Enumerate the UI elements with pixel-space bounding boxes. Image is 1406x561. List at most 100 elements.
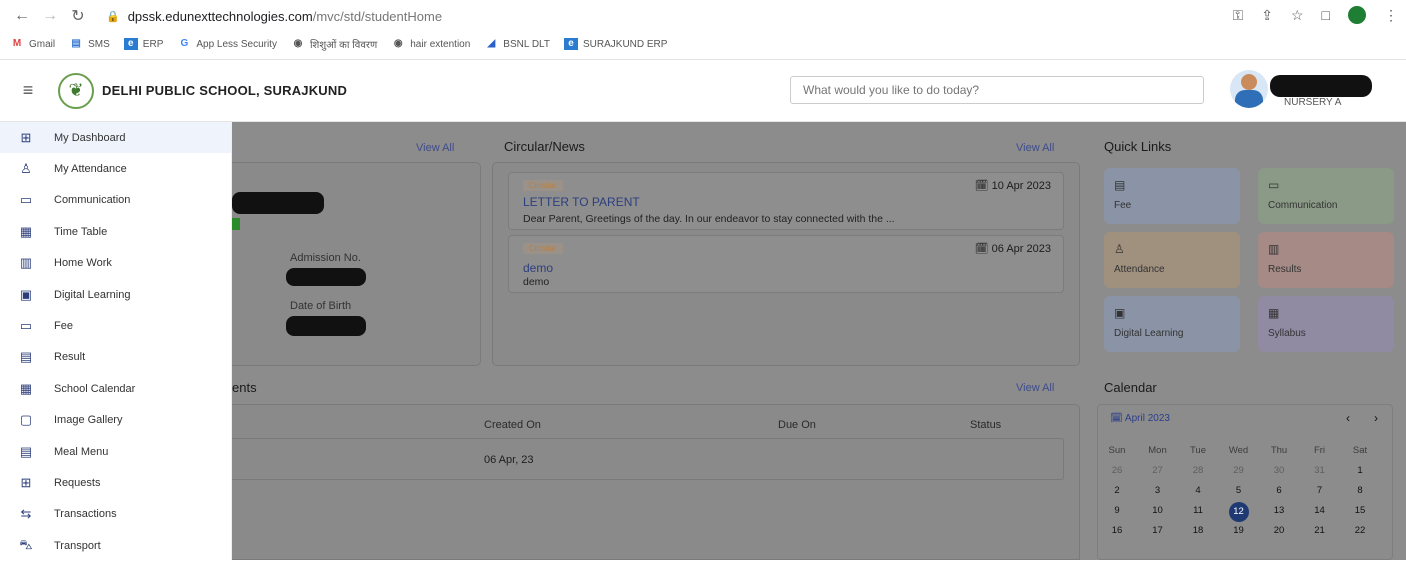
calendar-day[interactable]: 31 — [1305, 462, 1335, 480]
calendar-next-icon[interactable]: › — [1374, 411, 1378, 425]
sidebar-item-meal-menu[interactable]: ▤ Meal Menu — [0, 436, 231, 467]
sidebar-item-result[interactable]: ▤ Result — [0, 342, 231, 373]
bookmark-sms[interactable]: ▤ SMS — [69, 38, 109, 50]
bsnl-icon: ◢ — [487, 38, 496, 49]
quick-link-fee[interactable]: ▤ Fee — [1104, 168, 1240, 224]
calendar-day[interactable]: 18 — [1183, 522, 1213, 540]
transport-icon: ⛍ — [19, 536, 33, 552]
back-icon[interactable]: ← — [8, 7, 36, 25]
digital-learning-icon: ▣ — [19, 286, 33, 302]
calendar-day[interactable]: 29 — [1224, 462, 1254, 480]
circular-item[interactable]: Circular 🗓 10 Apr 2023 LETTER TO PARENT … — [508, 172, 1064, 230]
circular-view-all-link[interactable]: View All — [1016, 142, 1054, 154]
bookmark-gmail[interactable]: M Gmail — [10, 38, 55, 50]
menu-dots-icon[interactable]: ⋮ — [1384, 7, 1398, 24]
calendar-day[interactable]: 26 — [1102, 462, 1132, 480]
quick-link-syllabus[interactable]: ▦ Syllabus — [1258, 296, 1394, 352]
calendar-day[interactable]: 4 — [1183, 482, 1213, 500]
fee-icon: ▭ — [19, 318, 33, 334]
sidebar-item-school-calendar[interactable]: ▦ School Calendar — [0, 373, 231, 404]
communication-icon: ▭ — [1268, 178, 1280, 192]
quick-link-attendance[interactable]: ♙ Attendance — [1104, 232, 1240, 288]
sidebar-item-fee[interactable]: ▭ Fee — [0, 310, 231, 341]
dashboard-icon: ⊞ — [20, 129, 32, 145]
dob-redacted — [286, 316, 366, 336]
address-bar[interactable]: 🔒 dpssk.edunexttechnologies.com /mvc/std… — [106, 9, 442, 24]
assignments-view-all-link[interactable]: View All — [1016, 382, 1054, 394]
bookmark-hair-extention[interactable]: ◉ hair extention — [391, 38, 470, 50]
gallery-icon: ▢ — [19, 412, 33, 428]
quick-links-title: Quick Links — [1104, 139, 1172, 154]
calendar-day[interactable]: 9 — [1102, 502, 1132, 520]
search-input[interactable] — [790, 76, 1204, 104]
app-header: ≡ ❦ DELHI PUBLIC SCHOOL, SURAJKUND NURSE… — [0, 60, 1406, 122]
calendar-day[interactable]: 10 — [1143, 502, 1173, 520]
circular-date: 🗓 06 Apr 2023 — [974, 243, 1051, 255]
assignments-card — [232, 404, 1080, 560]
fee-icon: ▤ — [1114, 178, 1126, 192]
calendar-day[interactable]: 8 — [1345, 482, 1375, 500]
calendar-day[interactable]: 15 — [1345, 502, 1375, 520]
calendar-day[interactable]: 17 — [1143, 522, 1173, 540]
result-icon: ▤ — [19, 349, 33, 365]
profile-icon[interactable] — [1348, 6, 1366, 24]
user-profile[interactable]: NURSERY A — [1230, 70, 1372, 108]
bookmark-hindi[interactable]: ◉ शिशुओं का विवरण — [291, 37, 378, 51]
key-icon[interactable]: ⚿ — [1233, 7, 1244, 24]
share-icon[interactable]: ⇪ — [1261, 7, 1273, 24]
profile-view-all-link[interactable]: View All — [416, 142, 454, 154]
calendar-day[interactable]: 13 — [1264, 502, 1294, 520]
table-row[interactable] — [232, 438, 1064, 480]
hamburger-menu-icon[interactable]: ≡ — [8, 80, 48, 101]
calendar-widget: 🗓 April 2023 ‹ › Sun Mon Tue Wed Thu Fri Sat 26… — [1097, 404, 1393, 560]
calendar-day[interactable]: 3 — [1143, 482, 1173, 500]
calendar-day[interactable]: 27 — [1143, 462, 1173, 480]
sidebar-item-my-dashboard[interactable]: ⊞ My Dashboard — [0, 122, 231, 154]
sidebar-item-digital-learning[interactable]: ▣ Digital Learning — [0, 279, 231, 310]
calendar-day[interactable]: 1 — [1345, 462, 1375, 480]
calendar-day[interactable]: 20 — [1264, 522, 1294, 540]
calendar-day[interactable]: 11 — [1183, 502, 1213, 520]
sidebar-item-transport[interactable]: ⛍ Transport — [0, 530, 231, 561]
sidebar-item-time-table[interactable]: ▦ Time Table — [0, 216, 231, 247]
meal-icon: ▤ — [19, 443, 33, 459]
sidebar-item-my-attendance[interactable]: ♙ My Attendance — [0, 153, 231, 184]
calendar-day[interactable]: 28 — [1183, 462, 1213, 480]
calendar-title: Calendar — [1104, 380, 1157, 395]
requests-icon: ⊞ — [20, 474, 32, 490]
calendar-day[interactable]: 5 — [1224, 482, 1254, 500]
sidebar-item-image-gallery[interactable]: ▢ Image Gallery — [0, 405, 231, 436]
bookmark-bsnl-dlt[interactable]: ◢ BSNL DLT — [484, 38, 550, 50]
calendar-day[interactable]: 7 — [1305, 482, 1335, 500]
calendar-day[interactable]: 22 — [1345, 522, 1375, 540]
sidebar-item-transactions[interactable]: ⇆ Transactions — [0, 499, 231, 530]
quick-link-communication[interactable]: ▭ Communication — [1258, 168, 1394, 224]
user-name-redacted — [1270, 75, 1372, 97]
bookmark-erp[interactable]: e ERP — [123, 38, 163, 50]
bookmark-surajkund-erp[interactable]: e SURAJKUND ERP — [563, 38, 667, 50]
calendar-day[interactable]: 2 — [1102, 482, 1132, 500]
sidebar-item-home-work[interactable]: ▥ Home Work — [0, 248, 231, 279]
reload-icon[interactable]: ↻ — [64, 6, 92, 26]
sidepanel-icon[interactable]: □ — [1322, 7, 1330, 23]
circular-title: Circular/News — [504, 139, 585, 154]
forward-icon[interactable]: → — [36, 7, 64, 25]
calendar-day[interactable]: 14 — [1305, 502, 1335, 520]
calendar-day[interactable]: 30 — [1264, 462, 1294, 480]
bookmark-app-less-security[interactable]: G App Less Security — [177, 38, 277, 50]
calendar-day[interactable]: 6 — [1264, 482, 1294, 500]
calendar-day[interactable]: 21 — [1305, 522, 1335, 540]
quick-link-digital-learning[interactable]: ▣ Digital Learning — [1104, 296, 1240, 352]
transactions-icon: ⇆ — [20, 506, 32, 522]
column-header-created: Created On — [484, 419, 541, 431]
calendar-day[interactable]: 12 — [1228, 502, 1249, 522]
circular-item[interactable]: Circular 🗓 06 Apr 2023 demo demo — [508, 235, 1064, 293]
avatar — [1230, 70, 1268, 108]
star-icon[interactable]: ☆ — [1291, 7, 1304, 24]
calendar-prev-icon[interactable]: ‹ — [1346, 411, 1350, 425]
quick-link-results[interactable]: ▥ Results — [1258, 232, 1394, 288]
calendar-day[interactable]: 16 — [1102, 522, 1132, 540]
sidebar-item-requests[interactable]: ⊞ Requests — [0, 467, 231, 498]
sidebar-item-communication[interactable]: ▭ Communication — [0, 185, 231, 216]
calendar-day[interactable]: 19 — [1224, 522, 1254, 540]
